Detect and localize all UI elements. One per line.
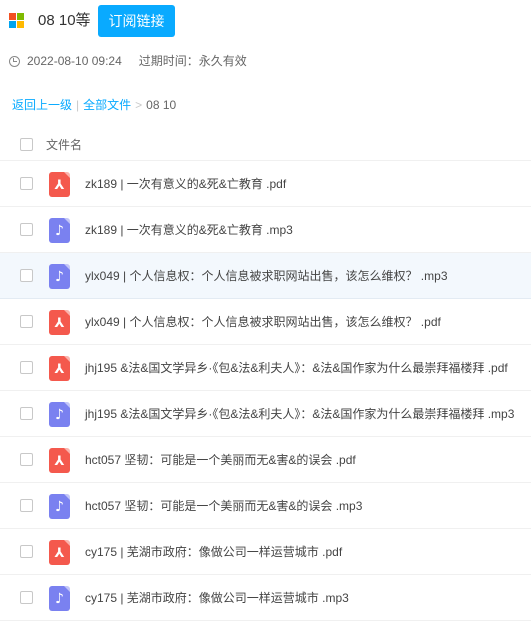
breadcrumb-current: 08 10: [146, 98, 177, 112]
header-bar: 08 10等 订阅链接: [0, 0, 531, 44]
file-checkbox[interactable]: [20, 545, 33, 558]
select-all-checkbox[interactable]: [20, 138, 33, 151]
file-name[interactable]: jhj195 &法&国文学异乡·《包&法&利夫人》：&法&国作家为什么最崇拜福楼…: [85, 405, 514, 423]
file-checkbox[interactable]: [20, 269, 33, 282]
file-checkbox[interactable]: [20, 223, 33, 236]
all-files-link[interactable]: 全部文件: [83, 97, 131, 113]
file-row[interactable]: ♪ jhj195 &法&国文学异乡·《包&法&利夫人》：&法&国作家为什么最崇拜…: [0, 391, 531, 437]
file-checkbox[interactable]: [20, 591, 33, 604]
breadcrumb: 返回上一级 | 全部文件 > 08 10: [12, 97, 176, 113]
file-row[interactable]: ⅄ jhj195 &法&国文学异乡·《包&法&利夫人》：&法&国作家为什么最崇拜…: [0, 345, 531, 391]
file-name[interactable]: ylx049 | 个人信息权：个人信息被求职网站出售，该怎么维权？ .mp3: [85, 267, 448, 285]
file-name[interactable]: hct057 坚韧：可能是一个美丽而无&害&的误会 .pdf: [85, 451, 356, 469]
music-icon: ♪: [49, 494, 70, 519]
music-icon: ♪: [49, 402, 70, 427]
file-row[interactable]: ⅄ cy175 | 芜湖市政府：像做公司一样运营城市 .pdf: [0, 529, 531, 575]
music-icon: ♪: [49, 586, 70, 611]
file-checkbox[interactable]: [20, 453, 33, 466]
file-row[interactable]: ⅄ hct057 坚韧：可能是一个美丽而无&害&的误会 .pdf: [0, 437, 531, 483]
file-checkbox[interactable]: [20, 407, 33, 420]
file-name[interactable]: zk189 | 一次有意义的&死&亡教育 .mp3: [85, 221, 293, 239]
file-name[interactable]: zk189 | 一次有意义的&死&亡教育 .pdf: [85, 175, 286, 193]
file-row[interactable]: ⅄ zk189 | 一次有意义的&死&亡教育 .pdf: [0, 161, 531, 207]
file-list: ⅄ zk189 | 一次有意义的&死&亡教育 .pdf ♪ zk189 | 一次…: [0, 161, 531, 621]
pdf-icon: ⅄: [49, 540, 70, 565]
subscribe-link-button[interactable]: 订阅链接: [98, 5, 175, 37]
column-filename-label: 文件名: [46, 138, 83, 152]
music-icon: ♪: [49, 218, 70, 243]
file-checkbox[interactable]: [20, 315, 33, 328]
file-checkbox[interactable]: [20, 177, 33, 190]
clock-icon: [9, 55, 20, 67]
share-title: 08 10等: [38, 12, 91, 29]
file-name[interactable]: jhj195 &法&国文学异乡·《包&法&利夫人》：&法&国作家为什么最崇拜福楼…: [85, 359, 508, 377]
file-name[interactable]: cy175 | 芜湖市政府：像做公司一样运营城市 .mp3: [85, 589, 349, 607]
pdf-icon: ⅄: [49, 172, 70, 197]
breadcrumb-arrow: >: [135, 98, 143, 112]
file-name[interactable]: cy175 | 芜湖市政府：像做公司一样运营城市 .pdf: [85, 543, 342, 561]
file-name[interactable]: hct057 坚韧：可能是一个美丽而无&害&的误会 .mp3: [85, 497, 362, 515]
file-checkbox[interactable]: [20, 361, 33, 374]
windows-logo-icon: [9, 13, 25, 29]
file-checkbox[interactable]: [20, 499, 33, 512]
file-row[interactable]: ⅄ ylx049 | 个人信息权：个人信息被求职网站出售，该怎么维权？ .pdf: [0, 299, 531, 345]
pdf-icon: ⅄: [49, 310, 70, 335]
pdf-icon: ⅄: [49, 448, 70, 473]
share-datetime: 2022-08-10 09:24: [27, 54, 122, 68]
back-link[interactable]: 返回上一级: [12, 97, 72, 113]
file-name[interactable]: ylx049 | 个人信息权：个人信息被求职网站出售，该怎么维权？ .pdf: [85, 313, 441, 331]
breadcrumb-separator: |: [76, 98, 80, 112]
share-meta: 2022-08-10 09:24 过期时间：永久有效: [9, 52, 247, 70]
file-row[interactable]: ♪ ylx049 | 个人信息权：个人信息被求职网站出售，该怎么维权？ .mp3: [0, 253, 531, 299]
music-icon: ♪: [49, 264, 70, 289]
file-list-header: 文件名: [0, 130, 531, 161]
pdf-icon: ⅄: [49, 356, 70, 381]
file-row[interactable]: ♪ hct057 坚韧：可能是一个美丽而无&害&的误会 .mp3: [0, 483, 531, 529]
file-row[interactable]: ♪ cy175 | 芜湖市政府：像做公司一样运营城市 .mp3: [0, 575, 531, 621]
file-row[interactable]: ♪ zk189 | 一次有意义的&死&亡教育 .mp3: [0, 207, 531, 253]
expire-label: 过期时间：永久有效: [138, 54, 247, 68]
